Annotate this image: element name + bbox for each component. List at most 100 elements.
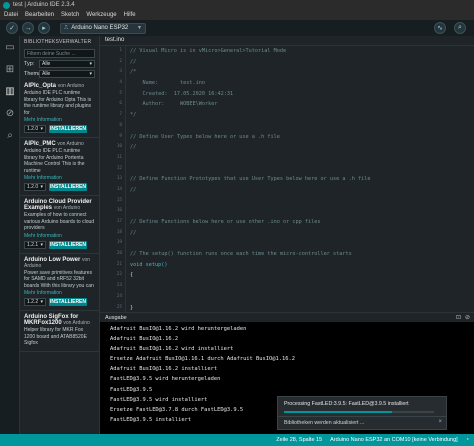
line-number: 6 bbox=[119, 101, 122, 107]
more-info-link[interactable]: Mehr Information bbox=[24, 290, 95, 296]
divider bbox=[278, 416, 446, 417]
lock-icon[interactable]: ⊡ bbox=[456, 314, 461, 321]
plotter-icon: ∿ bbox=[437, 25, 443, 32]
menu-hilfe[interactable]: Hilfe bbox=[124, 12, 136, 18]
toolbar: ✓ → ▸ ⎍ Arduino Nano ESP32 ▼ ∿ ⌕ bbox=[0, 20, 474, 36]
topic-filter-select[interactable]: Alle ▾ bbox=[39, 70, 95, 78]
code-line[interactable]: void setup() bbox=[130, 260, 474, 271]
version-select[interactable]: 1.2.0 ▾ bbox=[24, 125, 46, 133]
code-line[interactable] bbox=[130, 281, 474, 292]
serial-plotter-button[interactable]: ∿ bbox=[434, 22, 446, 34]
library-panel-header: BIBLIOTHEKSVERWALTER bbox=[24, 39, 92, 45]
code-line[interactable]: Author: WOBEE\Worker bbox=[130, 99, 474, 110]
search-icon[interactable]: ⌕ bbox=[0, 124, 20, 146]
topic-filter: Thema: Alle ▾ bbox=[24, 70, 95, 78]
code-line[interactable] bbox=[130, 121, 474, 132]
code-line[interactable] bbox=[130, 164, 474, 175]
code-line[interactable]: // Define User Types below here or use a… bbox=[130, 132, 474, 143]
code-line[interactable]: // Visual Micro is in vMicro>General>Tut… bbox=[130, 46, 474, 57]
line-number: 24 bbox=[116, 293, 122, 299]
library-author: von Arduino bbox=[57, 141, 84, 147]
output-line: Adafruit BusIO@1.16.2 wird heruntergelad… bbox=[110, 326, 247, 332]
menu-datei[interactable]: Datei bbox=[4, 12, 18, 18]
code-line[interactable] bbox=[130, 238, 474, 249]
code-line[interactable]: */ bbox=[130, 110, 474, 121]
board-connection-status[interactable]: Arduino Nano ESP32 an COM10 [keine Verbi… bbox=[330, 437, 458, 443]
board-selector[interactable]: ⎍ Arduino Nano ESP32 ▼ bbox=[60, 22, 146, 34]
debug-button[interactable]: ▸ bbox=[38, 22, 50, 34]
line-number: 16 bbox=[116, 208, 122, 214]
code-line[interactable]: // bbox=[130, 142, 474, 153]
code-editor[interactable]: 1 2 3 4 5 6 7 8 9 10 11 12 13 14 15 16 17 18 19 20 21 22 23 24 2… bbox=[100, 46, 474, 385]
install-button[interactable]: INSTALLIEREN bbox=[49, 183, 87, 191]
menu-werkzeuge[interactable]: Werkzeuge bbox=[86, 12, 116, 18]
line-number: 7 bbox=[119, 112, 122, 118]
code-line[interactable]: /* bbox=[130, 67, 474, 78]
code-line[interactable]: // Define Functions below here or use ot… bbox=[130, 217, 474, 228]
search-icon: ⌕ bbox=[458, 24, 462, 31]
editor-tab-bar: test.ino bbox=[100, 36, 474, 46]
code-line[interactable]: Name: test.ino bbox=[130, 78, 474, 89]
install-button[interactable]: INSTALLIEREN bbox=[49, 240, 87, 249]
progress-bar bbox=[284, 411, 434, 413]
line-number-gutter: 1 2 3 4 5 6 7 8 9 10 11 12 13 14 15 16 17 18 19 20 21 22 23 24 2… bbox=[100, 46, 126, 312]
version-select[interactable]: 1.2.0 ▾ bbox=[24, 183, 46, 191]
chevron-down-icon: ▾ bbox=[40, 241, 43, 248]
code-line[interactable] bbox=[130, 206, 474, 217]
code-line[interactable]: Created: 17.05.2020 16:42:31 bbox=[130, 89, 474, 100]
notification-bell-icon[interactable]: ◔ bbox=[466, 437, 469, 443]
chevron-down-icon: ▼ bbox=[137, 25, 142, 31]
sketchbook-icon[interactable]: ▭ bbox=[0, 36, 20, 58]
tab-test-ino[interactable]: test.ino bbox=[105, 37, 124, 43]
more-info-link[interactable]: Mehr Information bbox=[24, 175, 95, 181]
code-line[interactable]: { bbox=[130, 270, 474, 281]
boards-manager-icon[interactable]: ⊞ bbox=[0, 58, 20, 80]
board-name: Arduino Nano ESP32 bbox=[71, 25, 129, 31]
serial-monitor-button[interactable]: ⌕ bbox=[454, 22, 466, 34]
install-button[interactable]: INSTALLIEREN bbox=[49, 125, 87, 133]
debug-icon[interactable]: ⊘ bbox=[0, 102, 20, 124]
type-filter-select[interactable]: Alle ▾ bbox=[39, 60, 95, 68]
line-number: 12 bbox=[116, 165, 122, 171]
chevron-down-icon: ▾ bbox=[40, 126, 43, 132]
library-item: AlPlc_Opta von Arduino Arduino IDE PLC r… bbox=[20, 80, 99, 138]
code-line[interactable]: // bbox=[130, 57, 474, 68]
library-manager-panel: BIBLIOTHEKSVERWALTER Filtern deine Suche… bbox=[20, 36, 100, 434]
menu-bearbeiten[interactable]: Bearbeiten bbox=[25, 12, 54, 18]
code-line[interactable]: // The setup() function runs once each t… bbox=[130, 249, 474, 260]
title-bar: test | Arduino IDE 2.3.4 bbox=[0, 0, 474, 10]
topic-filter-label: Thema: bbox=[24, 71, 43, 77]
code-area[interactable]: // Visual Micro is in vMicro>General>Tut… bbox=[130, 46, 474, 385]
output-line: Adafruit BusIO@1.16.2 installiert bbox=[110, 366, 218, 373]
verify-button[interactable]: ✓ bbox=[6, 22, 18, 34]
version-select[interactable]: 1.2.2 ▾ bbox=[24, 298, 46, 306]
close-icon[interactable]: × bbox=[438, 419, 442, 425]
type-filter-label: Typ: bbox=[24, 61, 35, 67]
line-number: 23 bbox=[116, 283, 122, 289]
library-manager-icon[interactable]: ▥ bbox=[0, 80, 20, 102]
more-info-link[interactable]: Mehr Information bbox=[24, 233, 95, 239]
output-line: Adafruit BusIO@1.16.2 bbox=[110, 336, 179, 343]
library-author: von Arduino bbox=[53, 205, 81, 211]
code-line[interactable]: // Define Function Prototypes that use U… bbox=[130, 174, 474, 185]
notification-message: Processing FastLED:3.9.5: FastLED@3.9.5 … bbox=[284, 401, 409, 407]
code-line[interactable] bbox=[130, 292, 474, 303]
menu-sketch[interactable]: Sketch bbox=[61, 12, 79, 18]
line-number: 14 bbox=[116, 186, 122, 192]
library-search-input[interactable]: Filtern deine Suche ... bbox=[24, 49, 95, 58]
code-line[interactable] bbox=[130, 153, 474, 164]
more-info-link[interactable]: Mehr Information bbox=[24, 117, 95, 123]
version-select[interactable]: 1.2.1 ▾ bbox=[24, 240, 46, 249]
code-line[interactable]: // bbox=[130, 228, 474, 239]
install-button[interactable]: INSTALLIEREN bbox=[49, 298, 87, 306]
code-line[interactable]: // bbox=[130, 185, 474, 196]
upload-button[interactable]: → bbox=[22, 22, 34, 34]
library-description: Examples of how to connect various Ardui… bbox=[24, 212, 95, 231]
chevron-down-icon: ▾ bbox=[89, 61, 92, 67]
code-line[interactable] bbox=[130, 196, 474, 207]
clear-output-icon[interactable]: ⊘ bbox=[465, 314, 470, 321]
line-number: 5 bbox=[119, 90, 122, 96]
output-label: Ausgabe bbox=[105, 315, 127, 321]
line-number: 15 bbox=[116, 197, 122, 203]
line-number: 1 bbox=[119, 48, 122, 53]
